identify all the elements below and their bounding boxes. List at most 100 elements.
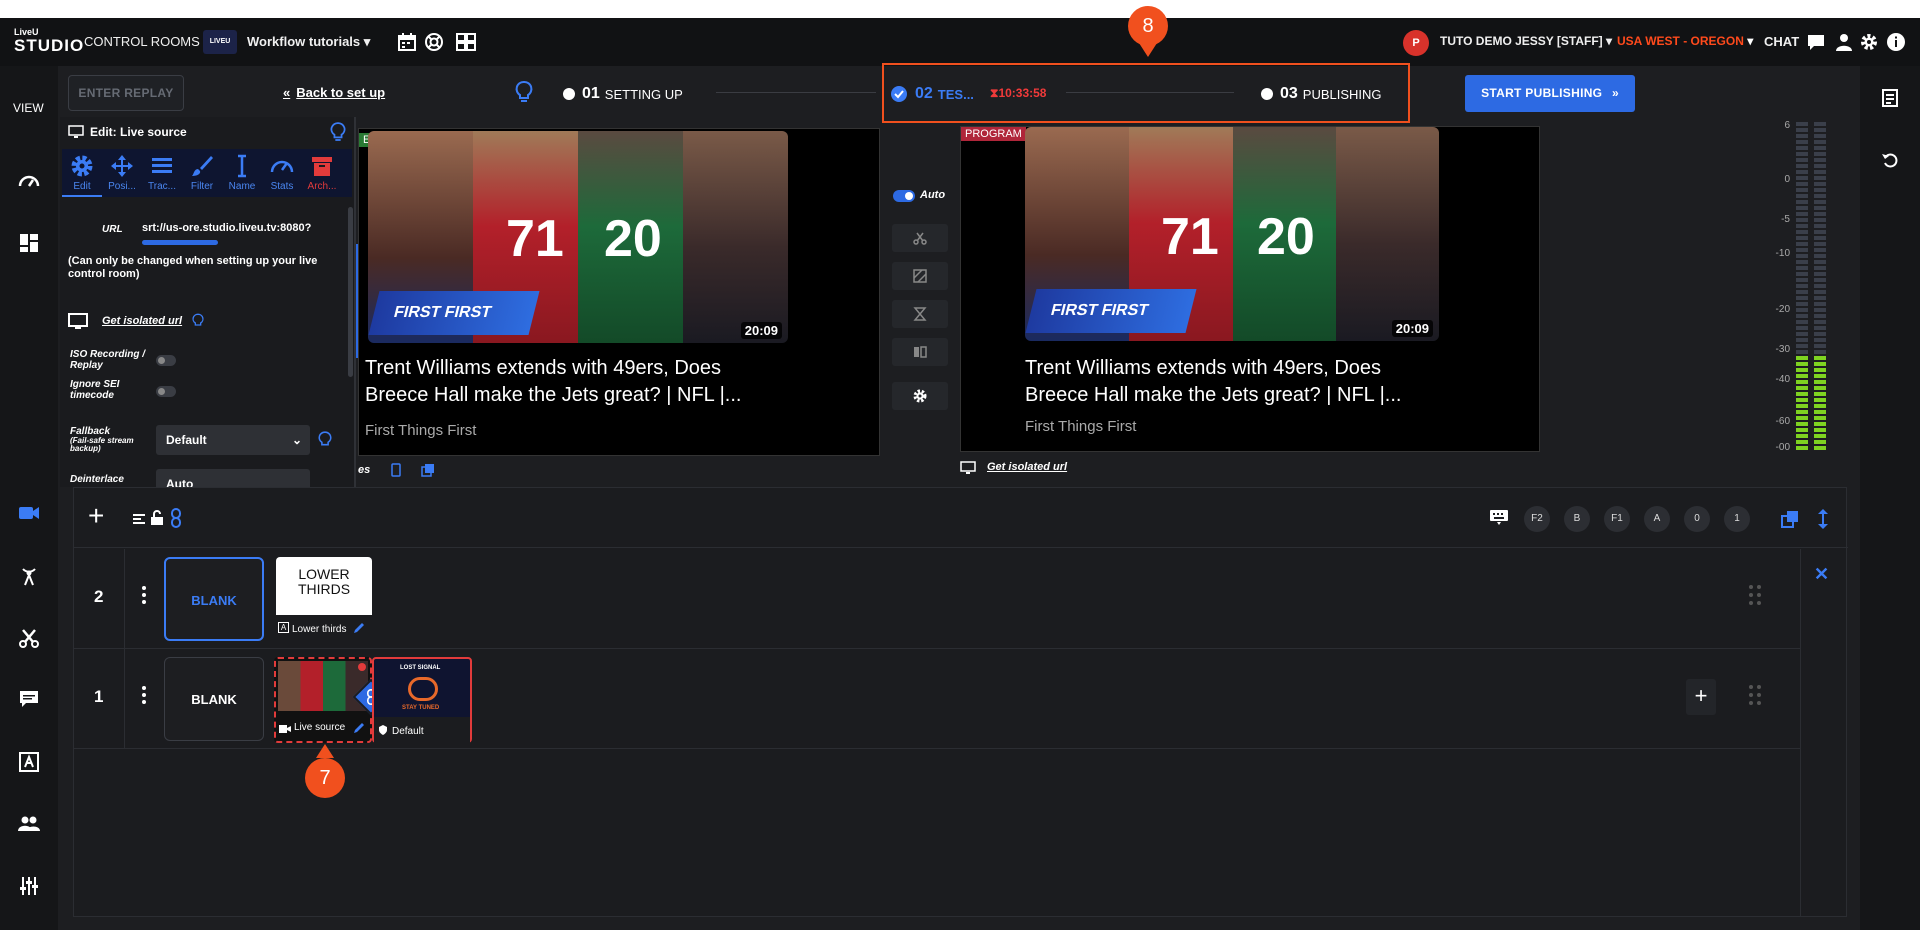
chat-label[interactable]: CHAT [1764,34,1799,49]
step-connector [716,92,876,93]
layer-menu-icon[interactable] [142,585,146,605]
drag-handle-icon[interactable] [1748,684,1762,706]
meter-segment [1796,374,1808,378]
rundown-list-icon[interactable] [1880,88,1900,108]
tab-archive[interactable]: Arch... [302,149,342,197]
link-chain-icon[interactable] [170,508,182,528]
text-cursor-icon [238,154,246,178]
expand-vertical-icon[interactable] [1817,508,1829,530]
workspace-selector[interactable]: Workflow tutorials ▾ [247,34,370,50]
text-graphics-icon[interactable] [17,750,41,774]
shortcut-key-f1[interactable]: F1 [1604,506,1630,532]
drag-handle-icon[interactable] [1748,584,1762,606]
lightbulb-icon[interactable] [318,430,332,450]
tab-filter[interactable]: Filter [182,149,222,197]
shortcut-key-1[interactable]: 1 [1724,506,1750,532]
layout-icon[interactable] [17,231,41,255]
copy-layers-icon[interactable] [421,463,435,477]
shortcut-key-f2[interactable]: F2 [1524,506,1550,532]
move-arrows-icon [111,155,133,177]
mobile-icon[interactable] [390,463,402,477]
program-monitor[interactable]: PROGRAM 71 20 FIRST FIRST 20:09 Trent Wi… [960,126,1540,452]
layer-menu-icon[interactable] [142,685,146,705]
broadcast-antenna-icon[interactable] [17,563,41,587]
video-camera-icon[interactable] [17,501,41,525]
preview-monitor[interactable]: EW 71 20 FIRST FIRST 20:09 Trent William… [358,128,880,456]
url-progress-bar [142,240,218,245]
panel-scrollbar[interactable] [348,207,353,377]
shortcut-key-0[interactable]: 0 [1684,506,1710,532]
shortcut-key-a[interactable]: A [1644,506,1670,532]
region-selector[interactable]: USA WEST - OREGON ▾ [1617,34,1753,48]
pencil-edit-icon[interactable] [352,721,366,735]
message-icon[interactable] [17,687,41,711]
add-item-button[interactable]: + [1686,679,1716,715]
back-to-setup-link[interactable]: «Back to set up [283,85,385,100]
lower-thirds-item[interactable]: LOWER THIRDS A Lower thirds [276,557,372,643]
info-icon[interactable] [1885,31,1907,53]
start-publishing-button[interactable]: START PUBLISHING » [1465,75,1635,112]
iso-recording-toggle[interactable] [156,355,176,366]
control-rooms-link[interactable]: CONTROL ROOMS [84,34,200,49]
gear-icon[interactable] [1858,31,1880,53]
user-avatar[interactable]: P [1403,30,1429,56]
url-value[interactable]: srt://us-ore.studio.liveu.tv:8080? [142,222,311,234]
fallback-default-item[interactable]: LOST SIGNAL STAY TUNED Default [372,657,472,743]
blank-scene-button[interactable]: BLANK [164,557,264,641]
dashboard-gauge-icon[interactable] [17,170,41,194]
get-isolated-url-link[interactable]: Get isolated url [102,315,182,327]
meter-segment [1814,122,1826,126]
meter-segment [1796,164,1808,168]
tab-tracks[interactable]: Trac... [142,149,182,197]
audio-mixer-icon[interactable] [17,874,41,898]
deinterlace-select[interactable]: Auto [156,469,310,487]
chat-bubble-icon[interactable] [1805,31,1827,53]
cut-transition-button[interactable] [892,224,948,252]
wipe-transition-button[interactable] [892,262,948,290]
unlock-icon[interactable] [150,510,164,526]
keyboard-icon[interactable] [1489,508,1509,526]
guests-icon[interactable] [17,812,41,836]
meter-segment [1814,266,1826,270]
enter-replay-button[interactable]: ENTER REPLAY [68,75,184,111]
pencil-edit-icon[interactable] [352,621,366,635]
scenes-right-divider [1800,549,1801,917]
step-setting-up[interactable]: 01 SETTING UP [563,85,683,103]
lightbulb-icon[interactable] [192,312,204,330]
calendar-icon[interactable] [396,31,418,53]
undo-history-icon[interactable] [1880,150,1900,170]
user-menu[interactable]: TUTO DEMO JESSY [STAFF] ▾ [1440,34,1612,48]
help-lifebuoy-icon[interactable] [423,31,445,53]
copy-layers-icon[interactable] [1781,510,1799,528]
tab-name[interactable]: Name [222,149,262,197]
auto-transition-toggle[interactable] [893,190,915,202]
fade-transition-button[interactable] [892,300,948,328]
meter-segment [1796,128,1808,132]
meter-label: -20 [1775,304,1790,315]
shortcut-key-b[interactable]: B [1564,506,1590,532]
meter-segment [1796,266,1808,270]
transition-settings-button[interactable] [892,382,948,410]
user-icon[interactable] [1833,31,1855,53]
fallback-select[interactable]: Default ⌄ [156,425,310,455]
close-icon[interactable]: ✕ [1814,564,1829,585]
layout-grid-icon[interactable] [455,31,477,53]
preview-channel-name: First Things First [365,422,477,439]
align-left-icon[interactable] [132,512,146,526]
add-layer-button[interactable]: + [88,502,104,530]
tab-stats[interactable]: Stats [262,149,302,197]
tab-position[interactable]: Posi... [102,149,142,197]
scissors-icon[interactable] [17,626,41,650]
tab-edit[interactable]: Edit [62,149,102,197]
blank-scene-button[interactable]: BLANK [164,657,264,741]
meter-segment [1814,362,1826,366]
meter-segment [1796,428,1808,432]
meter-label: 0 [1784,174,1790,185]
program-get-isolated-url-link[interactable]: Get isolated url [987,461,1067,473]
liveu-studio-logo[interactable]: LiveU STUDIO [14,28,83,56]
ignore-sei-toggle[interactable] [156,386,176,397]
lightbulb-icon[interactable] [330,121,346,143]
lightbulb-icon[interactable] [515,80,533,104]
edit-panel-tabs: Edit Posi... Trac... Filter Name Stats A… [62,149,352,197]
stinger-transition-button[interactable] [892,338,948,366]
